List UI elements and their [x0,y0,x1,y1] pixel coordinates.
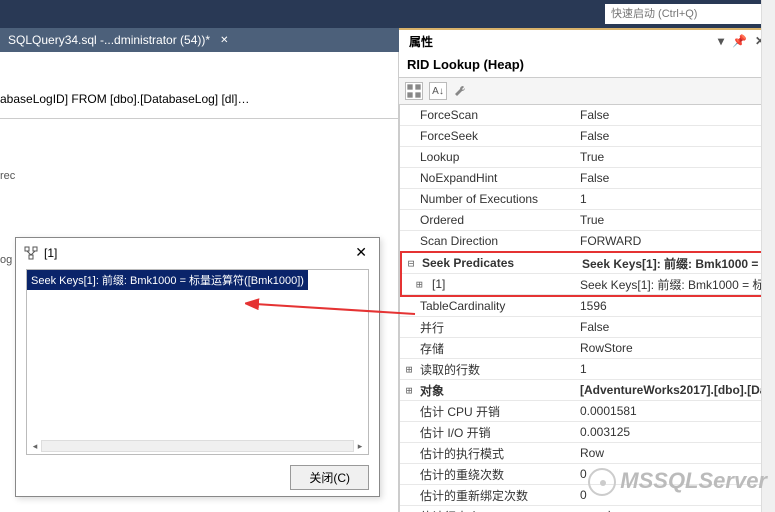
property-value: Seek Keys[1]: 前缀: Bmk1000 = 标 [576,276,771,293]
property-row[interactable]: Number of Executions1 [400,189,775,210]
dialog-title: [1] [44,246,351,260]
vertical-scrollbar[interactable] [761,0,775,512]
property-row[interactable]: ⊞ [1] Seek Keys[1]: 前缀: Bmk1000 = 标 [402,274,771,295]
property-value: [AdventureWorks2017].[dbo].[Data [576,383,775,397]
close-icon[interactable]: ✕ [220,35,228,46]
property-row[interactable]: TableCardinality1596 [400,296,775,317]
property-row[interactable]: OrderedTrue [400,210,775,231]
property-name: Lookup [400,150,576,164]
tree-icon [24,246,38,260]
property-value: False [576,320,775,334]
property-name: 估计的重新绑定次数 [400,487,576,504]
property-row[interactable]: 估计行大小277 字 [400,506,775,512]
property-value: FORWARD [576,234,775,248]
property-name: 估计 CPU 开销 [400,403,576,420]
property-row[interactable]: 估计的重新绑定次数0 [400,485,775,506]
property-name: 估计的重绕次数 [400,466,576,483]
tab-label: 属性 [409,33,433,50]
selected-text: Seek Keys[1]: 前缀: Bmk1000 = 标量运算符([Bmk10… [27,270,308,290]
property-row[interactable]: 估计的执行模式Row [400,443,775,464]
property-value: False [576,129,775,143]
property-row[interactable]: NoExpandHintFalse [400,168,775,189]
property-value: Seek Keys[1]: 前缀: Bmk1000 = 标 [578,255,771,272]
property-name: ForceSeek [400,129,576,143]
dialog-body[interactable]: Seek Keys[1]: 前缀: Bmk1000 = 标量运算符([Bmk10… [26,269,369,455]
editor-pane: abaseLogID] FROM [dbo].[DatabaseLog] [dl… [0,52,399,512]
seek-predicates-dialog: [1] ✕ Seek Keys[1]: 前缀: Bmk1000 = 标量运算符(… [15,237,380,497]
quick-launch-input[interactable] [605,4,765,24]
property-value: True [576,213,775,227]
sort-icon[interactable]: A↓ [429,82,447,100]
property-value: Row [576,446,775,460]
tab-sql-query[interactable]: SQLQuery34.sql -...dministrator (54))* ✕ [0,28,242,52]
property-name: 并行 [400,319,576,336]
sql-editor[interactable]: abaseLogID] FROM [dbo].[DatabaseLog] [dl… [0,52,398,119]
dropdown-icon[interactable]: ▾ [718,34,724,48]
plan-fragment: rec og [0,162,15,274]
properties-header: RID Lookup (Heap) [399,52,775,78]
property-row[interactable]: ⊞读取的行数1 [400,359,775,380]
expand-icon[interactable]: ⊟ [402,257,420,270]
properties-grid[interactable]: ForceScanFalseForceSeekFalseLookupTrueNo… [399,105,775,512]
property-row[interactable]: ⊞对象[AdventureWorks2017].[dbo].[Data [400,380,775,401]
property-value: 0.003125 [576,425,775,439]
property-value: 0.0001581 [576,404,775,418]
property-name: Ordered [400,213,576,227]
property-value: False [576,171,775,185]
property-value: True [576,150,775,164]
property-row[interactable]: ForceSeekFalse [400,126,775,147]
tab-properties[interactable]: 属性 ▾ 📌 ✕ [399,28,775,52]
title-bar [0,0,775,28]
pin-icon[interactable]: 📌 [732,34,747,48]
property-row[interactable]: 估计的重绕次数0 [400,464,775,485]
property-row[interactable]: 估计 CPU 开销0.0001581 [400,401,775,422]
highlighted-rows: ⊟ Seek Predicates Seek Keys[1]: 前缀: Bmk1… [400,251,773,297]
property-row[interactable]: LookupTrue [400,147,775,168]
property-value: 0 [576,467,775,481]
horizontal-scrollbar[interactable]: ◂▸ [29,440,366,452]
property-value: RowStore [576,341,775,355]
expand-icon[interactable]: ⊞ [400,384,418,397]
expand-icon[interactable]: ⊞ [402,278,430,291]
categorized-icon[interactable] [405,82,423,100]
property-name: 估计 I/O 开销 [400,424,576,441]
property-value: 1596 [576,299,775,313]
properties-toolbar: A↓ [399,78,775,105]
wrench-icon[interactable] [453,84,467,98]
property-row[interactable]: ForceScanFalse [400,105,775,126]
property-name: ForceScan [400,108,576,122]
expand-icon[interactable]: ⊞ [400,363,418,376]
property-name: NoExpandHint [400,171,576,185]
property-row[interactable]: 并行False [400,317,775,338]
property-row[interactable]: ⊟ Seek Predicates Seek Keys[1]: 前缀: Bmk1… [402,253,771,274]
property-value: 1 [576,362,775,376]
property-row[interactable]: Scan DirectionFORWARD [400,231,775,252]
tab-bar: SQLQuery34.sql -...dministrator (54))* ✕… [0,28,775,52]
property-name: 读取的行数 [418,361,576,378]
close-icon[interactable]: ✕ [351,244,371,261]
property-name: Number of Executions [400,192,576,206]
property-name: 估计的执行模式 [400,445,576,462]
property-name: 存储 [400,340,576,357]
property-row[interactable]: 估计 I/O 开销0.003125 [400,422,775,443]
property-name: 估计行大小 [400,508,576,512]
properties-panel: RID Lookup (Heap) A↓ ForceScanFalseForce… [399,52,775,512]
close-button[interactable]: 关闭(C) [290,465,369,490]
property-row[interactable]: 存储RowStore [400,338,775,359]
property-name: Seek Predicates [420,256,578,270]
property-value: False [576,108,775,122]
property-name: [1] [430,277,576,291]
property-value: 277 字 [576,508,775,512]
property-name: 对象 [418,382,576,399]
tab-label: SQLQuery34.sql -...dministrator (54))* [8,33,210,47]
property-value: 0 [576,488,775,502]
property-name: TableCardinality [400,299,576,313]
property-value: 1 [576,192,775,206]
property-name: Scan Direction [400,234,576,248]
